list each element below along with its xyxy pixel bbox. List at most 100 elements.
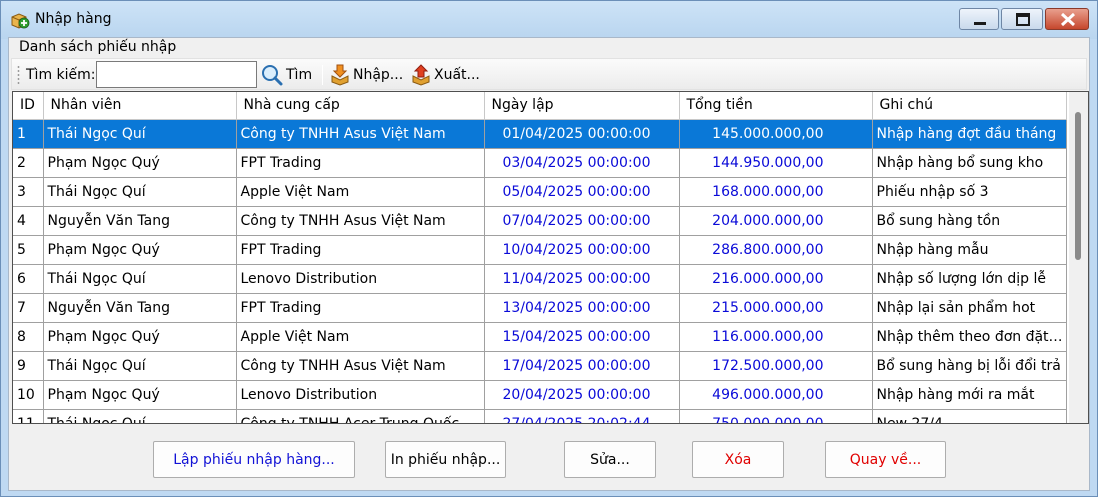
table-row[interactable]: 5 Phạm Ngọc Quý FPT Trading 10/04/2025 00:0…: [13, 235, 1067, 265]
export-button[interactable]: Xuất...: [410, 62, 480, 88]
cell-supplier: FPT Trading: [236, 148, 485, 178]
cell-note: Bổ sung hàng bị lỗi đổi trả: [872, 351, 1067, 381]
table-row[interactable]: 7 Nguyễn Văn Tang FPT Trading 13/04/2025 00…: [13, 293, 1067, 323]
minimize-icon: [974, 22, 986, 25]
cell-id: 8: [13, 322, 44, 352]
cell-date: 15/04/2025 00:00:00: [484, 322, 680, 352]
cell-supplier: FPT Trading: [236, 293, 485, 323]
cell-id: 5: [13, 235, 44, 265]
cell-total: 216.000.000,00: [679, 264, 873, 294]
app-window: Nhập hàng Danh sách phiếu nhập Tìm kiếm:…: [0, 0, 1098, 497]
import-receipts-grid[interactable]: ID Nhân viên Nhà cung cấp Ngày lập Tổng …: [12, 91, 1089, 424]
column-header-date[interactable]: Ngày lập: [484, 92, 680, 120]
cell-id: 9: [13, 351, 44, 381]
column-header-employee[interactable]: Nhân viên: [43, 92, 237, 120]
cell-total: 168.000.000,00: [679, 177, 873, 207]
cell-employee: Nguyễn Văn Tang: [43, 206, 237, 236]
close-button[interactable]: [1045, 8, 1089, 30]
cell-id: 4: [13, 206, 44, 236]
table-row[interactable]: 3 Thái Ngọc Quí Apple Việt Nam 05/04/2025 0…: [13, 177, 1067, 207]
create-receipt-button[interactable]: Lập phiếu nhập hàng...: [153, 441, 355, 478]
table-row[interactable]: 9 Thái Ngọc Quí Công ty TNHH Asus Việt Nam…: [13, 351, 1067, 381]
cell-total: 215.000.000,00: [679, 293, 873, 323]
toolbar: Tìm kiếm: Tìm Nhập... Xuất...: [11, 58, 1087, 90]
title-bar[interactable]: Nhập hàng: [1, 1, 1097, 39]
maximize-icon: [1016, 13, 1030, 26]
cell-total: 172.500.000,00: [679, 351, 873, 381]
table-row[interactable]: 10 Phạm Ngọc Quý Lenovo Distribution 20/04/…: [13, 380, 1067, 410]
cell-note: Phiếu nhập số 3: [872, 177, 1067, 207]
column-header-supplier[interactable]: Nhà cung cấp: [236, 92, 485, 120]
cell-date: 01/04/2025 00:00:00: [484, 119, 680, 149]
cell-total: 204.000.000,00: [679, 206, 873, 236]
search-input[interactable]: [96, 61, 257, 88]
cell-supplier: Công ty TNHH Acer Trung Quốc: [236, 409, 485, 423]
toolbar-separator: [322, 65, 323, 85]
group-label: Danh sách phiếu nhập: [19, 39, 177, 55]
find-button[interactable]: Tìm: [260, 62, 312, 88]
edit-button[interactable]: Sửa...: [564, 441, 656, 478]
cell-total: 116.000.000,00: [679, 322, 873, 352]
cell-note: Nhập số lượng lớn dịp lễ: [872, 264, 1067, 294]
back-button[interactable]: Quay về...: [825, 441, 946, 478]
cell-note: Bổ sung hàng tồn: [872, 206, 1067, 236]
close-icon: [1060, 12, 1076, 27]
cell-total: 750.000.000,00: [679, 409, 873, 423]
window-title: Nhập hàng: [35, 11, 112, 27]
box-add-icon: [11, 13, 30, 29]
cell-total: 496.000.000,00: [679, 380, 873, 410]
cell-note: Nhập hàng bổ sung kho: [872, 148, 1067, 178]
cell-total: 286.800.000,00: [679, 235, 873, 265]
cell-date: 05/04/2025 00:00:00: [484, 177, 680, 207]
import-icon: [331, 64, 349, 86]
cell-date: 17/04/2025 00:00:00: [484, 351, 680, 381]
toolbar-grip[interactable]: [17, 65, 20, 85]
cell-employee: Phạm Ngọc Quý: [43, 380, 237, 410]
column-header-note[interactable]: Ghi chú: [872, 92, 1067, 120]
cell-date: 11/04/2025 00:00:00: [484, 264, 680, 294]
receipts-table: ID Nhân viên Nhà cung cấp Ngày lập Tổng …: [13, 92, 1067, 423]
table-row[interactable]: 2 Phạm Ngọc Quý FPT Trading 03/04/2025 00:0…: [13, 148, 1067, 178]
table-row[interactable]: 1 Thái Ngọc Quí Công ty TNHH Asus Việt Nam…: [13, 119, 1067, 149]
cell-date: 03/04/2025 00:00:00: [484, 148, 680, 178]
cell-date: 07/04/2025 00:00:00: [484, 206, 680, 236]
minimize-button[interactable]: [959, 8, 999, 30]
table-row[interactable]: 4 Nguyễn Văn Tang Công ty TNHH Asus Việt N…: [13, 206, 1067, 236]
cell-employee: Phạm Ngọc Quý: [43, 148, 237, 178]
cell-id: 7: [13, 293, 44, 323]
cell-id: 3: [13, 177, 44, 207]
cell-employee: Thái Ngọc Quí: [43, 351, 237, 381]
cell-date: 10/04/2025 00:00:00: [484, 235, 680, 265]
cell-note: Nhập thêm theo đơn đặt ...: [872, 322, 1067, 352]
cell-supplier: FPT Trading: [236, 235, 485, 265]
cell-total: 145.000.000,00: [679, 119, 873, 149]
import-button[interactable]: Nhập...: [329, 62, 403, 88]
table-row[interactable]: 11 Thái Ngọc Quí Công ty TNHH Acer Trung Q…: [13, 409, 1067, 423]
table-row[interactable]: 6 Thái Ngọc Quí Lenovo Distribution 11/04/2…: [13, 264, 1067, 294]
cell-date: 20/04/2025 00:00:00: [484, 380, 680, 410]
delete-button[interactable]: Xóa: [692, 441, 784, 478]
export-icon: [412, 64, 430, 86]
cell-id: 6: [13, 264, 44, 294]
cell-supplier: Lenovo Distribution: [236, 264, 485, 294]
cell-date: 13/04/2025 00:00:00: [484, 293, 680, 323]
header-row: ID Nhân viên Nhà cung cấp Ngày lập Tổng …: [13, 92, 1067, 120]
scrollbar-thumb[interactable]: [1075, 112, 1081, 260]
print-receipt-button[interactable]: In phiếu nhập...: [385, 441, 506, 478]
import-label: Nhập...: [353, 67, 404, 83]
maximize-button[interactable]: [1001, 8, 1043, 30]
cell-id: 11: [13, 409, 44, 423]
vertical-scrollbar[interactable]: [1069, 92, 1088, 423]
cell-supplier: Apple Việt Nam: [236, 177, 485, 207]
table-row[interactable]: 8 Phạm Ngọc Quý Apple Việt Nam 15/04/2025 0…: [13, 322, 1067, 352]
column-header-id[interactable]: ID: [13, 92, 44, 120]
cell-employee: Thái Ngọc Quí: [43, 409, 237, 423]
column-header-total[interactable]: Tổng tiền: [679, 92, 873, 120]
cell-id: 10: [13, 380, 44, 410]
cell-supplier: Công ty TNHH Asus Việt Nam: [236, 351, 485, 381]
client-area: Danh sách phiếu nhập Tìm kiếm: Tìm Nhập.…: [8, 37, 1090, 491]
cell-total: 144.950.000,00: [679, 148, 873, 178]
cell-employee: Phạm Ngọc Quý: [43, 235, 237, 265]
cell-note: New 27/4: [872, 409, 1067, 423]
cell-employee: Thái Ngọc Quí: [43, 177, 237, 207]
